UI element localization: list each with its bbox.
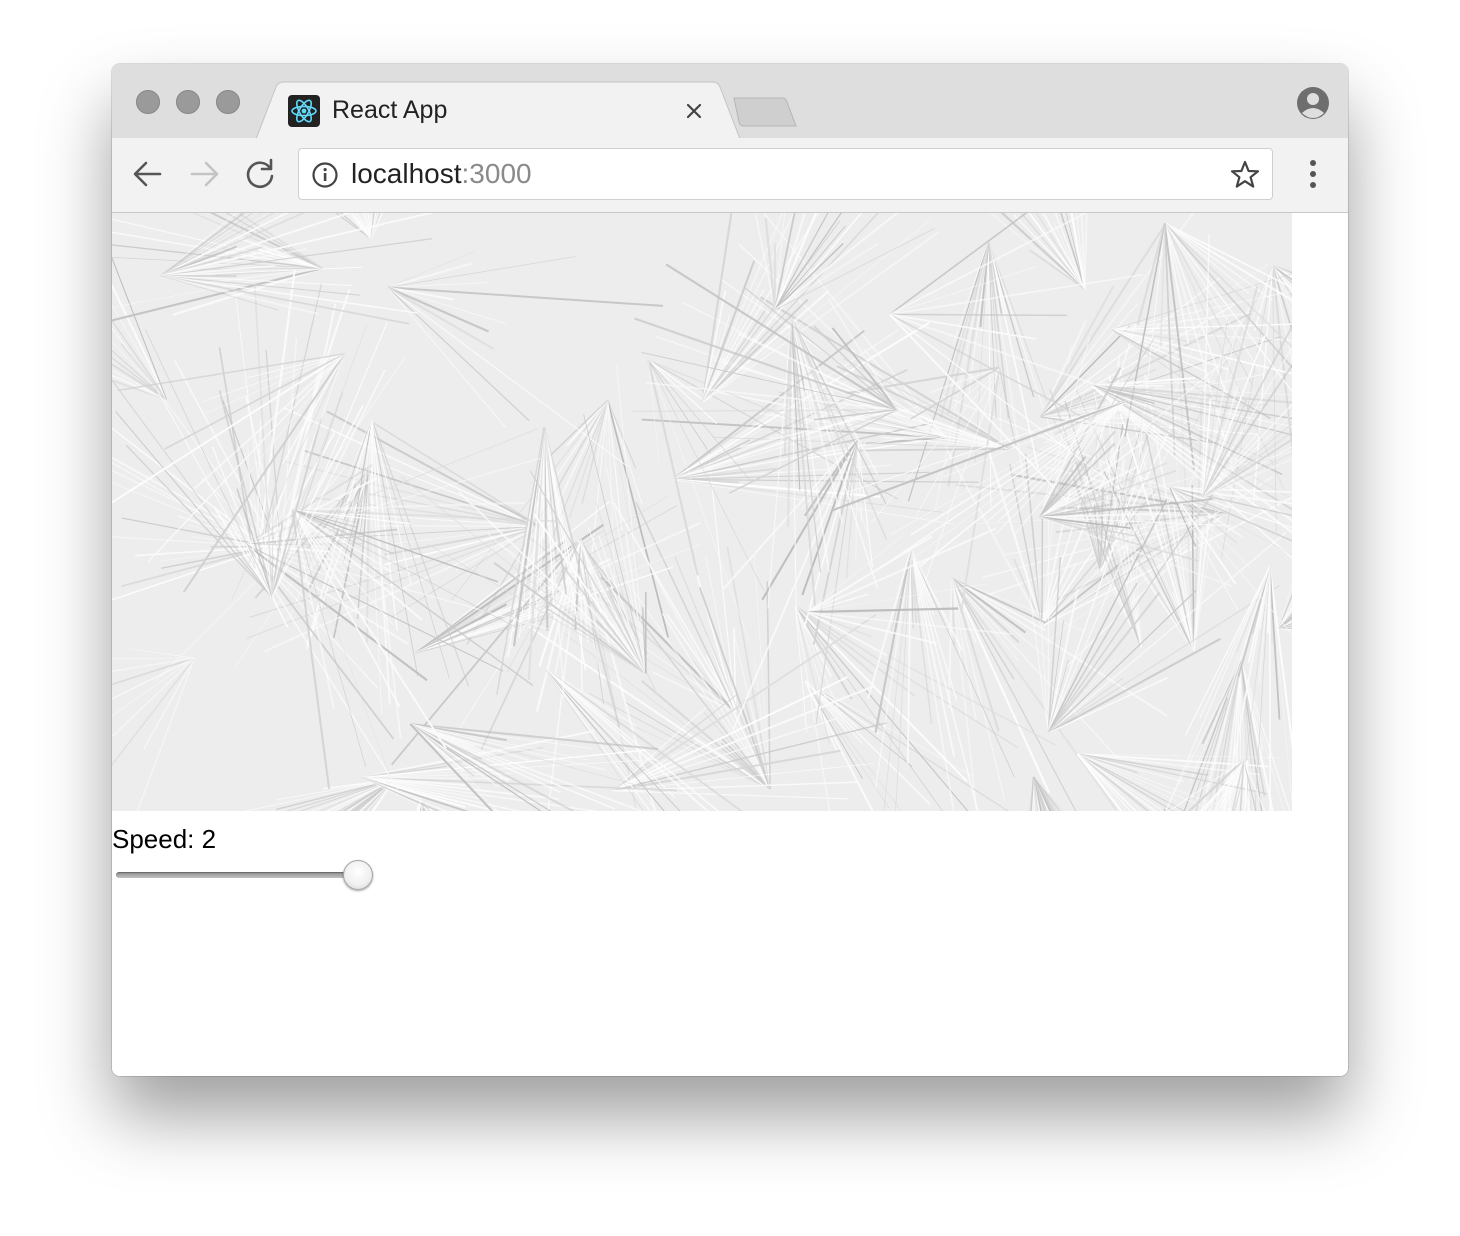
title-bar: React App bbox=[112, 64, 1348, 139]
slider-thumb[interactable] bbox=[343, 860, 373, 890]
profile-icon[interactable] bbox=[1296, 86, 1330, 120]
react-logo-icon bbox=[288, 95, 320, 127]
reload-icon[interactable] bbox=[242, 156, 278, 192]
close-window-button[interactable] bbox=[136, 90, 160, 114]
kebab-menu-icon[interactable] bbox=[1298, 156, 1328, 192]
minimize-window-button[interactable] bbox=[176, 90, 200, 114]
speed-label: Speed: 2 bbox=[112, 824, 217, 854]
page-content: Speed: 2 bbox=[112, 213, 1348, 1076]
generative-art-canvas bbox=[112, 213, 1292, 811]
back-arrow-icon[interactable] bbox=[130, 156, 166, 192]
url-port: :3000 bbox=[461, 158, 532, 189]
speed-slider[interactable] bbox=[114, 857, 376, 893]
slider-track[interactable] bbox=[116, 872, 362, 878]
browser-toolbar: localhost:3000 bbox=[112, 138, 1348, 213]
browser-window: React App localhost:3000 Speed: 2 bbox=[112, 64, 1348, 1076]
tab-title: React App bbox=[332, 96, 448, 124]
address-bar[interactable]: localhost:3000 bbox=[298, 148, 1273, 200]
forward-arrow-icon[interactable] bbox=[186, 156, 222, 192]
star-icon[interactable] bbox=[1229, 159, 1261, 191]
new-tab-icon[interactable] bbox=[730, 94, 802, 130]
info-icon[interactable] bbox=[311, 161, 339, 189]
url-text[interactable]: localhost:3000 bbox=[351, 157, 532, 191]
tab-react-app[interactable]: React App bbox=[256, 81, 740, 139]
url-host: localhost bbox=[351, 158, 462, 189]
tab-shape bbox=[256, 81, 740, 139]
zoom-window-button[interactable] bbox=[216, 90, 240, 114]
close-tab-icon[interactable] bbox=[680, 97, 708, 125]
